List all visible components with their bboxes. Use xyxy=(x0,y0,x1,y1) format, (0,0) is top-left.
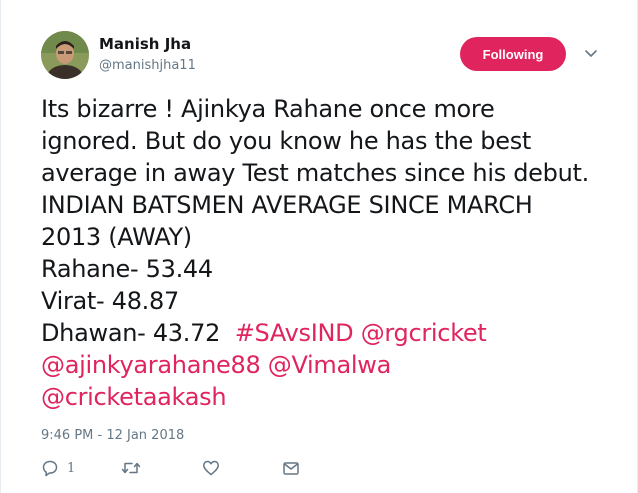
tweet-line-text: Dhawan- 43.72 xyxy=(41,319,221,347)
tweet-line: @ajinkyarahane88 @Vimalwa xyxy=(41,349,626,381)
hashtag-link[interactable]: #SAvsIND xyxy=(235,319,354,347)
direct-message-button[interactable] xyxy=(282,459,300,477)
chevron-down-icon[interactable] xyxy=(583,46,599,60)
retweet-button[interactable] xyxy=(121,459,141,477)
like-button[interactable] xyxy=(202,459,220,477)
tweet-line: average in away Test matches since his d… xyxy=(41,159,589,187)
tweet-line: Dhawan- 43.72 #SAvsIND @rgcricket xyxy=(41,317,626,349)
following-button[interactable]: Following xyxy=(460,37,566,71)
reply-button[interactable]: 1 xyxy=(41,459,75,477)
reply-icon xyxy=(41,459,59,477)
mention-link[interactable]: @ajinkyarahane88 xyxy=(41,351,261,379)
reply-count: 1 xyxy=(67,460,76,476)
mention-link[interactable]: @rgcricket xyxy=(361,319,487,347)
author-handle[interactable]: @manishjha11 xyxy=(99,58,196,73)
tweet-line: Rahane- 53.44 xyxy=(41,255,213,283)
mention-link[interactable]: @Vimalwa xyxy=(268,351,392,379)
author-name[interactable]: Manish Jha xyxy=(99,35,191,53)
tweet-text: Its bizarre ! Ajinkya Rahane once more i… xyxy=(41,93,626,413)
avatar[interactable] xyxy=(41,31,89,79)
tweet-card: Manish Jha @manishjha11 Following Its bi… xyxy=(0,0,638,493)
tweet-line: INDIAN BATSMEN AVERAGE SINCE MARCH xyxy=(41,191,533,219)
heart-icon xyxy=(202,459,220,477)
envelope-icon xyxy=(282,459,300,477)
retweet-icon xyxy=(121,459,141,477)
mention-link[interactable]: @cricketaakash xyxy=(41,383,227,411)
tweet-line: ignored. But do you know he has the best xyxy=(41,127,532,155)
tweet-line: 2013 (AWAY) xyxy=(41,223,192,251)
tweet-line: Its bizarre ! Ajinkya Rahane once more xyxy=(41,95,495,123)
tweet-line: @cricketaakash xyxy=(41,381,626,413)
tweet-line: Virat- 48.87 xyxy=(41,287,179,315)
timestamp[interactable]: 9:46 PM - 12 Jan 2018 xyxy=(41,428,184,443)
